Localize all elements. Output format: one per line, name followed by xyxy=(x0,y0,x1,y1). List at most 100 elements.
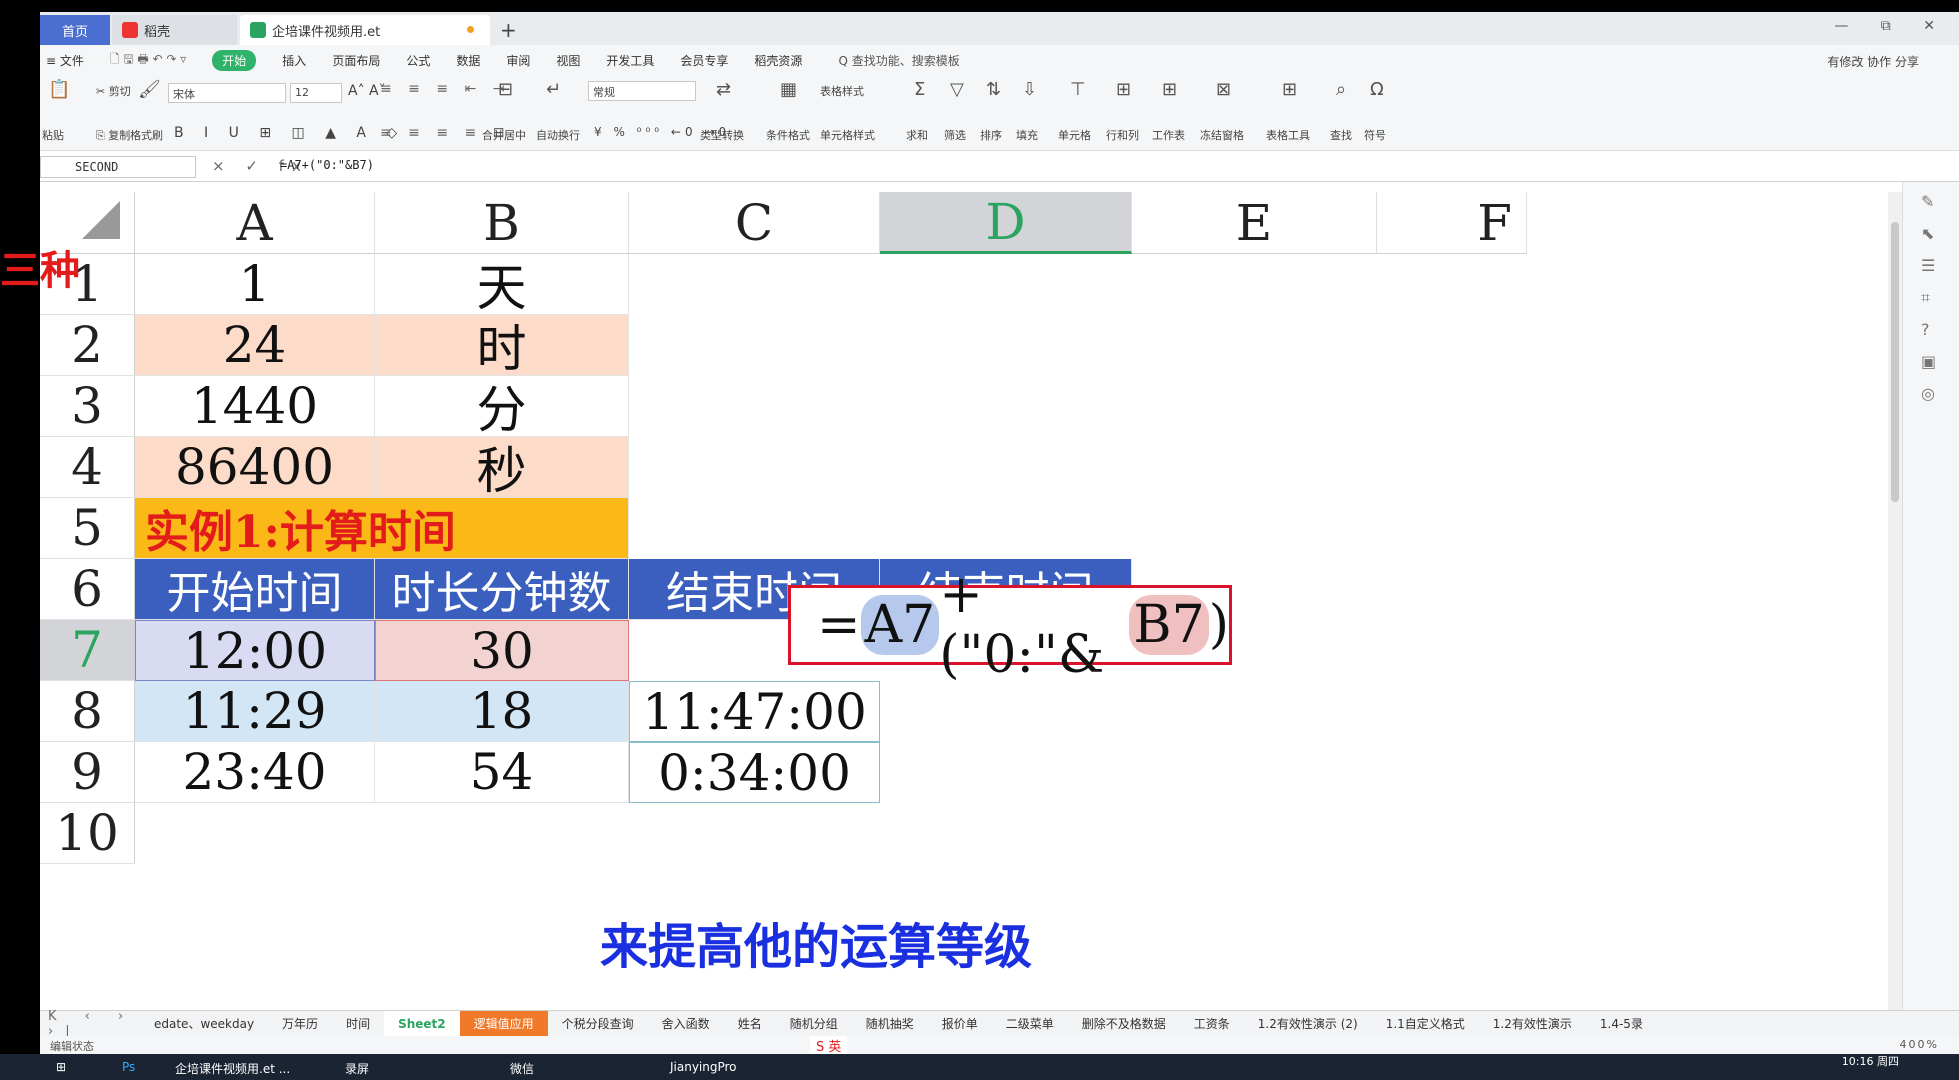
format-painter-icon[interactable]: 🖌 xyxy=(138,79,161,100)
sheet-tab[interactable]: 1.4-5录 xyxy=(1586,1011,1657,1037)
cell-c9[interactable]: 0:34:00 xyxy=(629,742,880,803)
table-tools-label[interactable]: 表格工具 xyxy=(1266,127,1310,143)
sheet-tab[interactable]: 舍入函数 xyxy=(648,1011,724,1037)
row-header-3[interactable]: 3 xyxy=(40,376,135,437)
menu-developer[interactable]: 开发工具 xyxy=(606,52,654,69)
sheet-tab-active[interactable]: Sheet2 xyxy=(384,1010,460,1037)
sheet-tab[interactable]: 姓名 xyxy=(724,1011,776,1037)
filter-icon[interactable]: ▽ xyxy=(950,79,964,100)
image-icon[interactable]: ▣ xyxy=(1921,352,1936,371)
table-tools-icon[interactable]: ⊞ xyxy=(1282,79,1297,100)
row-header-8[interactable]: 8 xyxy=(40,681,135,742)
worksheet-label[interactable]: 工作表 xyxy=(1152,127,1185,143)
help-icon[interactable]: ? xyxy=(1921,320,1930,339)
cell-b4[interactable]: 秒 xyxy=(375,437,629,500)
fill-icon[interactable]: ⇩ xyxy=(1022,79,1037,100)
share-icon[interactable]: ◎ xyxy=(1921,384,1935,403)
freeze-label[interactable]: 冻结窗格 xyxy=(1200,127,1244,143)
freeze-icon[interactable]: ⊠ xyxy=(1216,79,1231,100)
cell-b1[interactable]: 天 xyxy=(375,254,629,317)
sheet-tab[interactable]: edate、weekday xyxy=(140,1011,268,1037)
menu-file[interactable]: ≡ 文件 xyxy=(46,52,84,69)
col-header-a[interactable]: A xyxy=(135,192,375,254)
cell-a1[interactable]: 1 xyxy=(135,254,375,315)
tab-docer[interactable]: 稻壳 xyxy=(112,15,237,45)
ime-indicator[interactable]: S 英 xyxy=(810,1036,848,1054)
sheet-tab[interactable]: 个税分段查询 xyxy=(548,1011,648,1037)
name-box[interactable]: SECOND xyxy=(40,156,196,178)
menu-formula[interactable]: 公式 xyxy=(406,52,430,69)
scroll-thumb[interactable] xyxy=(1891,222,1899,502)
row-header-4[interactable]: 4 xyxy=(40,437,135,498)
cell-b2[interactable]: 时 xyxy=(375,315,629,378)
menu-home[interactable]: 开始 xyxy=(212,49,257,71)
taskbar-item-wps[interactable]: 企培课件视频用.et ... xyxy=(175,1060,290,1077)
cell-a7[interactable]: 12:00 xyxy=(135,620,375,681)
quick-access-icons[interactable]: 🗋 🖫 🖶 ↶ ↷ ▿ xyxy=(110,50,186,71)
sheet-tab[interactable]: 二级菜单 xyxy=(992,1011,1068,1037)
merge-icon[interactable]: ⊟ xyxy=(498,79,513,100)
format-painter-label[interactable]: 格式刷 xyxy=(130,127,163,143)
sheet-tab[interactable]: 工资条 xyxy=(1180,1011,1244,1037)
sheet-tab[interactable]: 1.2有效性演示 (2) xyxy=(1244,1011,1372,1037)
row-header-6[interactable]: 6 xyxy=(40,559,135,620)
menu-page-layout[interactable]: 页面布局 xyxy=(332,52,380,69)
sheet-tab[interactable]: 随机抽奖 xyxy=(852,1011,928,1037)
cell-label[interactable]: 单元格 xyxy=(1058,127,1091,143)
menu-data[interactable]: 数据 xyxy=(456,52,480,69)
cell-a3[interactable]: 1440 xyxy=(135,376,375,437)
table-style-label[interactable]: 表格样式 xyxy=(820,83,864,99)
menu-view[interactable]: 视图 xyxy=(556,52,580,69)
filter-label[interactable]: 筛选 xyxy=(944,127,966,143)
sum-icon[interactable]: Σ xyxy=(914,79,925,100)
align-top-icons[interactable]: ≡ ≡ ≡ ⇤ ⇥ xyxy=(380,81,510,97)
font-size-select[interactable]: 12 xyxy=(290,83,342,103)
sheet-tab[interactable]: 报价单 xyxy=(928,1011,992,1037)
cell-a4[interactable]: 86400 xyxy=(135,437,375,498)
paste-icon[interactable]: 📋 xyxy=(48,79,70,100)
cell-b7[interactable]: 30 xyxy=(375,620,629,681)
row-header-2[interactable]: 2 xyxy=(40,315,135,376)
sum-label[interactable]: 求和 xyxy=(906,127,928,143)
cell-b9[interactable]: 54 xyxy=(375,742,629,803)
row-col-icon[interactable]: ⊞ xyxy=(1116,79,1131,100)
font-name-select[interactable]: 宋体 xyxy=(168,83,286,103)
taskbar-item-wechat[interactable]: 微信 xyxy=(510,1060,534,1077)
number-format-select[interactable]: 常规 xyxy=(588,81,696,101)
collab-actions[interactable]: 有修改 协作 分享 xyxy=(1827,53,1919,70)
fill-label[interactable]: 填充 xyxy=(1016,127,1038,143)
col-header-e[interactable]: E xyxy=(1132,192,1377,254)
add-tab-button[interactable]: + xyxy=(500,18,517,42)
find-icon[interactable]: ⌕ xyxy=(1336,79,1346,100)
cell-c8[interactable]: 11:47:00 xyxy=(629,681,880,742)
cell-a5-merged-title[interactable]: 实例1:计算时间 xyxy=(135,498,629,559)
cut-button[interactable]: ✂ 剪切 xyxy=(96,83,131,99)
col-header-b[interactable]: B xyxy=(375,192,629,254)
row-header-7[interactable]: 7 xyxy=(40,620,135,681)
sheet-tab[interactable]: 万年历 xyxy=(268,1011,332,1037)
row-col-label[interactable]: 行和列 xyxy=(1106,127,1139,143)
vertical-scrollbar[interactable] xyxy=(1888,192,1902,1010)
cell-b8[interactable]: 18 xyxy=(375,681,629,742)
cell-a6[interactable]: 开始时间 xyxy=(135,559,375,620)
sheet-tab[interactable]: 逻辑值应用 xyxy=(459,1010,548,1037)
photoshop-icon[interactable]: Ps xyxy=(122,1060,135,1074)
type-convert-label[interactable]: 类型转换 xyxy=(700,127,744,143)
menu-member[interactable]: 会员专享 xyxy=(680,52,728,69)
convert-icon[interactable]: ⇄ xyxy=(716,79,731,100)
col-header-f[interactable]: F xyxy=(1377,192,1527,254)
symbol-label[interactable]: 符号 xyxy=(1364,127,1386,143)
menu-insert[interactable]: 插入 xyxy=(282,52,306,69)
col-header-c[interactable]: C xyxy=(629,192,880,254)
worksheet-icon[interactable]: ⊞ xyxy=(1162,79,1177,100)
font-style-icons[interactable]: B I U ⊞ ◫ ▲ A ◇ xyxy=(174,125,405,141)
window-controls[interactable]: — ⧉ ✕ xyxy=(1834,18,1949,34)
col-header-d[interactable]: D xyxy=(880,192,1132,254)
sheet-tab[interactable]: 1.2有效性演示 xyxy=(1479,1011,1586,1037)
sheet-tab[interactable]: 随机分组 xyxy=(776,1011,852,1037)
crop-icon[interactable]: ⌗ xyxy=(1921,288,1930,308)
start-icon[interactable]: ⊞ xyxy=(56,1060,66,1074)
tab-workbook[interactable]: 企培课件视频用.et xyxy=(240,15,490,45)
search-field[interactable]: Q 查找功能、搜索模板 xyxy=(838,52,959,69)
cell-b6[interactable]: 时长分钟数 xyxy=(375,559,629,620)
